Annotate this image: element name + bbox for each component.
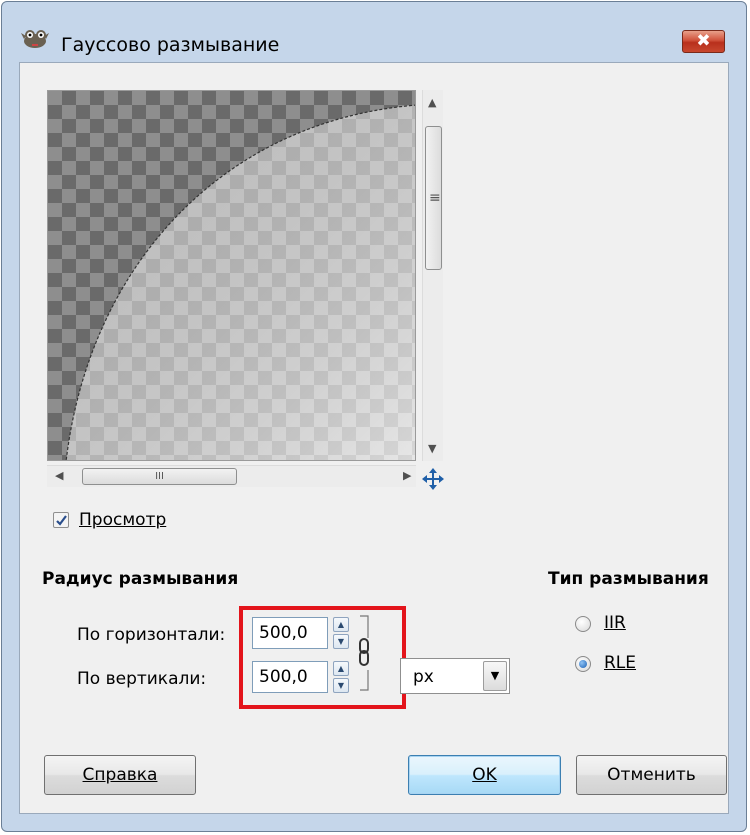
unit-dropdown[interactable]: px ▼ (400, 658, 510, 694)
preview-checkbox[interactable] (53, 512, 69, 528)
ok-button-label: OK (472, 765, 497, 785)
radio-rle[interactable] (575, 656, 591, 672)
scroll-right-icon[interactable]: ▶ (403, 469, 411, 482)
unit-value: px (413, 667, 434, 687)
preview-checkbox-label[interactable]: Просмотр (79, 510, 166, 530)
preview-horizontal-scrollbar[interactable]: ◀ III ▶ (47, 465, 416, 487)
preview-vertical-scrollbar[interactable]: ▲ ≡ ▼ (422, 90, 443, 461)
preview-label-text: Просмотр (79, 510, 167, 530)
preview-image (48, 91, 415, 460)
preview-canvas[interactable] (47, 90, 416, 461)
help-button[interactable]: Справка (44, 755, 196, 795)
dropdown-arrow-icon[interactable]: ▼ (483, 661, 507, 691)
vertical-scroll-thumb[interactable]: ≡ (425, 126, 442, 270)
highlight-box (239, 606, 406, 709)
radio-iir-label[interactable]: IIR (604, 613, 626, 633)
help-button-label: Справка (82, 765, 158, 785)
cancel-button[interactable]: Отменить (576, 755, 727, 795)
radio-iir[interactable] (575, 616, 591, 632)
dialog-window: Гауссово размывание ✖ ▲ ≡ ▼ ◀ III ▶ Прос… (1, 1, 747, 832)
scroll-up-icon[interactable]: ▲ (428, 96, 436, 109)
radio-rle-label[interactable]: RLE (604, 653, 636, 673)
blur-radius-heading: Радиус размывания (42, 569, 239, 589)
grip-icon: III (155, 471, 164, 482)
scroll-left-icon[interactable]: ◀ (55, 469, 63, 482)
grip-icon: ≡ (429, 190, 441, 206)
checkmark-icon (56, 515, 67, 526)
vertical-label: По вертикали: (77, 669, 207, 689)
close-button[interactable]: ✖ (682, 30, 725, 53)
blur-type-heading: Тип размывания (548, 569, 709, 589)
window-title: Гауссово размывание (61, 34, 280, 56)
scroll-down-icon[interactable]: ▼ (428, 442, 436, 455)
dialog-content: ▲ ≡ ▼ ◀ III ▶ Просмотр Радиус размывания… (19, 62, 729, 814)
horizontal-scroll-thumb[interactable]: III (82, 468, 237, 485)
cancel-button-label: Отменить (607, 765, 696, 785)
horizontal-label: По горизонтали: (77, 625, 226, 645)
gimp-app-icon (21, 30, 49, 48)
ok-button[interactable]: OK (408, 755, 561, 795)
navigate-move-icon[interactable] (421, 467, 445, 491)
